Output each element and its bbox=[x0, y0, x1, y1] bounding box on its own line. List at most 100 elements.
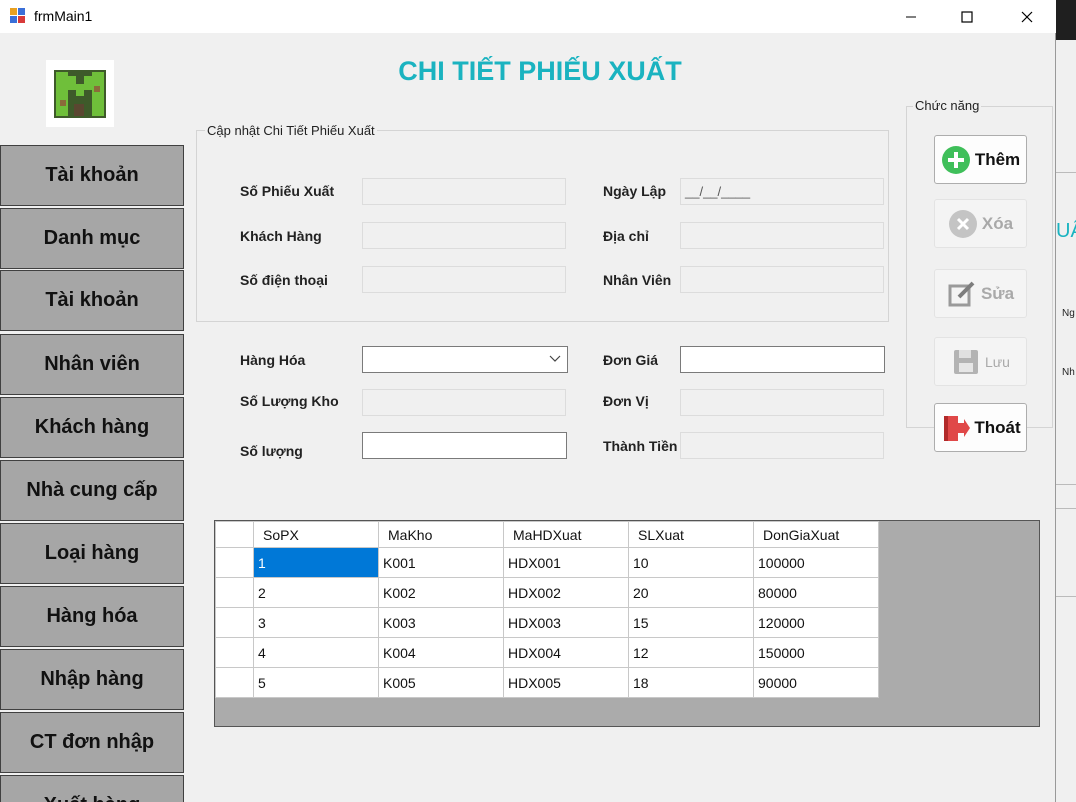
grid-cell[interactable]: K004 bbox=[378, 637, 504, 668]
background-divider bbox=[1056, 596, 1076, 597]
main-window: frmMain1 Tài khoản Danh mục Tài khoản Nh bbox=[0, 0, 1056, 802]
section-divider bbox=[214, 321, 889, 322]
grid-corner-cell[interactable] bbox=[215, 521, 254, 548]
grid-cell[interactable]: 120000 bbox=[753, 607, 879, 638]
xoa-button[interactable]: Xóa bbox=[934, 199, 1027, 248]
nav-nhan-vien[interactable]: Nhân viên bbox=[0, 334, 184, 395]
data-grid[interactable]: SoPX MaKho MaHDXuat SLXuat DonGiaXuat 1 … bbox=[214, 520, 1040, 727]
table-row[interactable]: 3 K003 HDX003 15 120000 bbox=[215, 607, 879, 638]
thoat-label: Thoát bbox=[974, 417, 1021, 437]
row-header[interactable] bbox=[215, 667, 254, 698]
so-luong-kho-field[interactable] bbox=[362, 389, 566, 416]
nav-khach-hang[interactable]: Khách hàng bbox=[0, 397, 184, 458]
sua-button[interactable]: Sửa bbox=[934, 269, 1027, 318]
them-label: Thêm bbox=[974, 149, 1021, 169]
grid-cell[interactable]: K005 bbox=[378, 667, 504, 698]
nav-nhap-hang[interactable]: Nhập hàng bbox=[0, 649, 184, 710]
grid-cell[interactable]: 5 bbox=[253, 667, 379, 698]
minecraft-logo-icon bbox=[54, 70, 106, 118]
grid-cell[interactable]: 100000 bbox=[753, 547, 879, 578]
grid-cell[interactable]: 80000 bbox=[753, 577, 879, 608]
exit-door-icon bbox=[940, 413, 971, 443]
row-header[interactable] bbox=[215, 547, 254, 578]
title-bar: frmMain1 bbox=[0, 0, 1056, 33]
row-header[interactable] bbox=[215, 637, 254, 668]
ngay-lap-field[interactable]: __/__/____ bbox=[680, 178, 884, 205]
minimize-button[interactable] bbox=[888, 0, 934, 33]
sua-label: Sửa bbox=[980, 283, 1015, 303]
thoat-button[interactable]: Thoát bbox=[934, 403, 1027, 452]
minimize-icon bbox=[906, 16, 916, 17]
grid-cell[interactable]: K001 bbox=[378, 547, 504, 578]
ngay-lap-label: Ngày Lập bbox=[603, 183, 667, 199]
table-row[interactable]: 4 K004 HDX004 12 150000 bbox=[215, 637, 879, 668]
close-icon bbox=[1021, 11, 1033, 22]
nav-danh-muc[interactable]: Danh mục bbox=[0, 208, 184, 269]
hang-hoa-combobox[interactable] bbox=[362, 346, 568, 373]
grid-cell[interactable]: 90000 bbox=[753, 667, 879, 698]
nav-xuat-hang[interactable]: Xuất hàng bbox=[0, 775, 184, 802]
so-phieu-xuat-label: Số Phiếu Xuất bbox=[240, 183, 335, 199]
row-header[interactable] bbox=[215, 607, 254, 638]
grid-cell[interactable]: 10 bbox=[628, 547, 754, 578]
don-gia-label: Đơn Giá bbox=[603, 352, 659, 368]
close-button[interactable] bbox=[1004, 0, 1050, 33]
so-luong-field[interactable] bbox=[362, 432, 567, 459]
nav-nha-cung-cap[interactable]: Nhà cung cấp bbox=[0, 460, 184, 521]
dia-chi-field[interactable] bbox=[680, 222, 884, 249]
so-dien-thoai-label: Số điện thoại bbox=[240, 272, 328, 288]
page-title: CHI TIẾT PHIẾU XUẤT bbox=[398, 56, 682, 86]
grid-cell[interactable]: 18 bbox=[628, 667, 754, 698]
nhan-vien-field[interactable] bbox=[680, 266, 884, 293]
don-vi-field[interactable] bbox=[680, 389, 884, 416]
nav-ct-don-nhap[interactable]: CT đơn nhập bbox=[0, 712, 184, 773]
grid-cell[interactable]: HDX004 bbox=[503, 637, 629, 668]
functions-legend: Chức năng bbox=[913, 98, 982, 113]
column-header-dongiaxuat[interactable]: DonGiaXuat bbox=[753, 521, 879, 548]
grid-cell[interactable]: 4 bbox=[253, 637, 379, 668]
nav-tai-khoan-2[interactable]: Tài khoản bbox=[0, 270, 184, 331]
nhan-vien-label: Nhân Viên bbox=[603, 272, 672, 288]
grid-cell[interactable]: HDX003 bbox=[503, 607, 629, 638]
so-dien-thoai-field[interactable] bbox=[362, 266, 566, 293]
table-row[interactable]: 2 K002 HDX002 20 80000 bbox=[215, 577, 879, 608]
grid-cell[interactable]: HDX001 bbox=[503, 547, 629, 578]
column-header-mahdxuat[interactable]: MaHDXuat bbox=[503, 521, 629, 548]
column-header-makho[interactable]: MaKho bbox=[378, 521, 504, 548]
thanh-tien-label: Thành Tiền bbox=[603, 438, 678, 454]
background-label-fragment: Nh bbox=[1062, 367, 1075, 378]
maximize-button[interactable] bbox=[944, 0, 990, 33]
edit-icon bbox=[947, 279, 977, 309]
row-header[interactable] bbox=[215, 577, 254, 608]
column-header-slxuat[interactable]: SLXuat bbox=[628, 521, 754, 548]
grid-cell[interactable]: K002 bbox=[378, 577, 504, 608]
maximize-icon bbox=[961, 10, 973, 23]
khach-hang-field[interactable] bbox=[362, 222, 566, 249]
column-header-sopx[interactable]: SoPX bbox=[253, 521, 379, 548]
don-gia-field[interactable] bbox=[680, 346, 885, 373]
grid-cell[interactable]: 12 bbox=[628, 637, 754, 668]
nav-hang-hoa[interactable]: Hàng hóa bbox=[0, 586, 184, 647]
luu-label: Lưu bbox=[985, 353, 1010, 370]
them-button[interactable]: Thêm bbox=[934, 135, 1027, 184]
nav-tai-khoan[interactable]: Tài khoản bbox=[0, 145, 184, 206]
grid-cell[interactable]: 150000 bbox=[753, 637, 879, 668]
grid-cell[interactable]: 1 bbox=[253, 547, 379, 578]
grid-cell[interactable]: 3 bbox=[253, 607, 379, 638]
grid-cell[interactable]: K003 bbox=[378, 607, 504, 638]
grid-cell[interactable]: 2 bbox=[253, 577, 379, 608]
table-row[interactable]: 1 K001 HDX001 10 100000 bbox=[215, 547, 879, 578]
nav-loai-hang[interactable]: Loại hàng bbox=[0, 523, 184, 584]
luu-button[interactable]: Lưu bbox=[934, 337, 1027, 386]
grid-cell[interactable]: HDX002 bbox=[503, 577, 629, 608]
thanh-tien-field[interactable] bbox=[680, 432, 884, 459]
so-phieu-xuat-field[interactable] bbox=[362, 178, 566, 205]
grid-cell[interactable]: 15 bbox=[628, 607, 754, 638]
plus-circle-icon bbox=[941, 145, 971, 175]
grid-cell[interactable]: 20 bbox=[628, 577, 754, 608]
so-luong-kho-label: Số Lượng Kho bbox=[240, 393, 339, 409]
background-window-titlebar bbox=[1056, 0, 1076, 40]
grid-cell[interactable]: HDX005 bbox=[503, 667, 629, 698]
background-title-fragment: UẤ bbox=[1056, 220, 1076, 242]
table-row[interactable]: 5 K005 HDX005 18 90000 bbox=[215, 667, 879, 698]
